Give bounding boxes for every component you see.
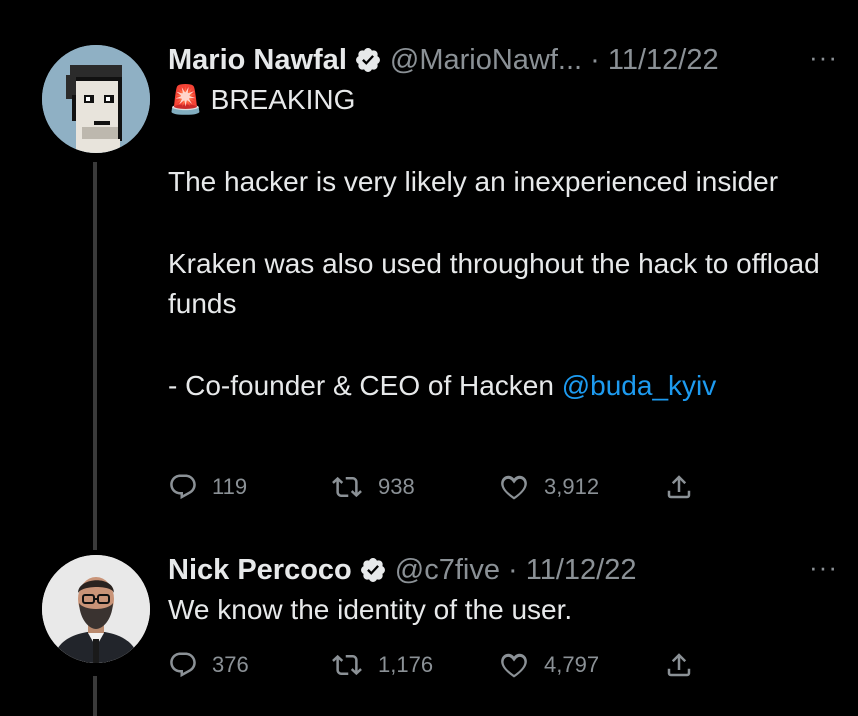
retweet-button[interactable]: 938 xyxy=(330,472,415,502)
mention-link[interactable]: @buda_kyiv xyxy=(562,370,717,401)
paragraph-1: The hacker is very likely an inexperienc… xyxy=(168,166,779,197)
tweet-header: Mario Nawfal @MarioNawf... · 11/12/22 xyxy=(168,42,838,78)
like-button[interactable]: 4,797 xyxy=(498,650,599,680)
tweet-date[interactable]: 11/12/22 xyxy=(526,552,637,588)
reply-count: 376 xyxy=(212,652,249,677)
tweet-2[interactable]: Nick Percoco @c7five · 11/12/22 ··· We k… xyxy=(168,552,838,630)
thread-line xyxy=(93,162,97,550)
author-name[interactable]: Nick Percoco xyxy=(168,552,352,588)
share-icon xyxy=(667,653,691,677)
retweet-count: 1,176 xyxy=(378,652,434,677)
reply-icon xyxy=(170,652,196,678)
like-count: 4,797 xyxy=(544,652,600,677)
separator-dot: · xyxy=(582,44,608,76)
paragraph-3-text: - Co-founder & CEO of Hacken xyxy=(168,370,562,401)
verified-badge-icon xyxy=(360,558,385,582)
tweet-body: We know the identity of the user. xyxy=(168,590,838,630)
tweet-header: Nick Percoco @c7five · 11/12/22 xyxy=(168,552,838,588)
author-handle[interactable]: @c7five xyxy=(395,552,500,588)
tweet-2-actions: 376 1,176 4,797 xyxy=(168,648,708,684)
share-icon xyxy=(667,475,691,499)
share-button[interactable] xyxy=(664,472,708,502)
paragraph-1: We know the identity of the user. xyxy=(168,594,573,625)
like-count: 3,912 xyxy=(544,474,600,499)
tweet-1[interactable]: Mario Nawfal @MarioNawf... · 11/12/22 ··… xyxy=(168,42,838,406)
retweet-icon xyxy=(332,476,362,498)
separator-dot: · xyxy=(499,554,526,586)
author-handle[interactable]: @MarioNawf... xyxy=(390,42,582,78)
breaking-label: BREAKING xyxy=(210,84,356,115)
avatar-mario-nawfal[interactable] xyxy=(42,45,150,153)
like-button[interactable]: 3,912 xyxy=(498,472,599,502)
more-options-icon[interactable]: ··· xyxy=(809,42,838,73)
tweet-date[interactable]: 11/12/22 xyxy=(608,42,719,78)
pixel-punk-avatar-image xyxy=(42,45,150,153)
author-name[interactable]: Mario Nawfal xyxy=(168,42,347,78)
paragraph-2: Kraken was also used throughout the hack… xyxy=(168,248,820,319)
paragraph-3: - Co-founder & CEO of Hacken @buda_kyiv xyxy=(168,366,838,406)
avatar-nick-percoco[interactable] xyxy=(42,555,150,663)
breaking-line: 🚨 BREAKING xyxy=(168,80,838,120)
tweet-1-actions: 119 938 3,912 xyxy=(168,470,708,506)
heart-icon xyxy=(501,475,527,500)
reply-button[interactable]: 376 xyxy=(168,650,249,680)
more-options-icon[interactable]: ··· xyxy=(809,552,838,583)
reply-count: 119 xyxy=(212,474,248,499)
retweet-count: 938 xyxy=(378,474,415,499)
retweet-icon xyxy=(332,654,362,676)
profile-photo-image xyxy=(42,555,150,663)
heart-icon xyxy=(501,653,527,678)
verified-badge-icon xyxy=(355,48,380,72)
siren-emoji-icon: 🚨 xyxy=(168,84,203,115)
reply-icon xyxy=(170,474,196,500)
tweet-body: 🚨 BREAKING The hacker is very likely an … xyxy=(168,80,838,406)
reply-button[interactable]: 119 xyxy=(168,472,247,502)
share-button[interactable] xyxy=(664,650,708,680)
thread-line-bottom xyxy=(93,676,97,716)
retweet-button[interactable]: 1,176 xyxy=(330,650,433,680)
